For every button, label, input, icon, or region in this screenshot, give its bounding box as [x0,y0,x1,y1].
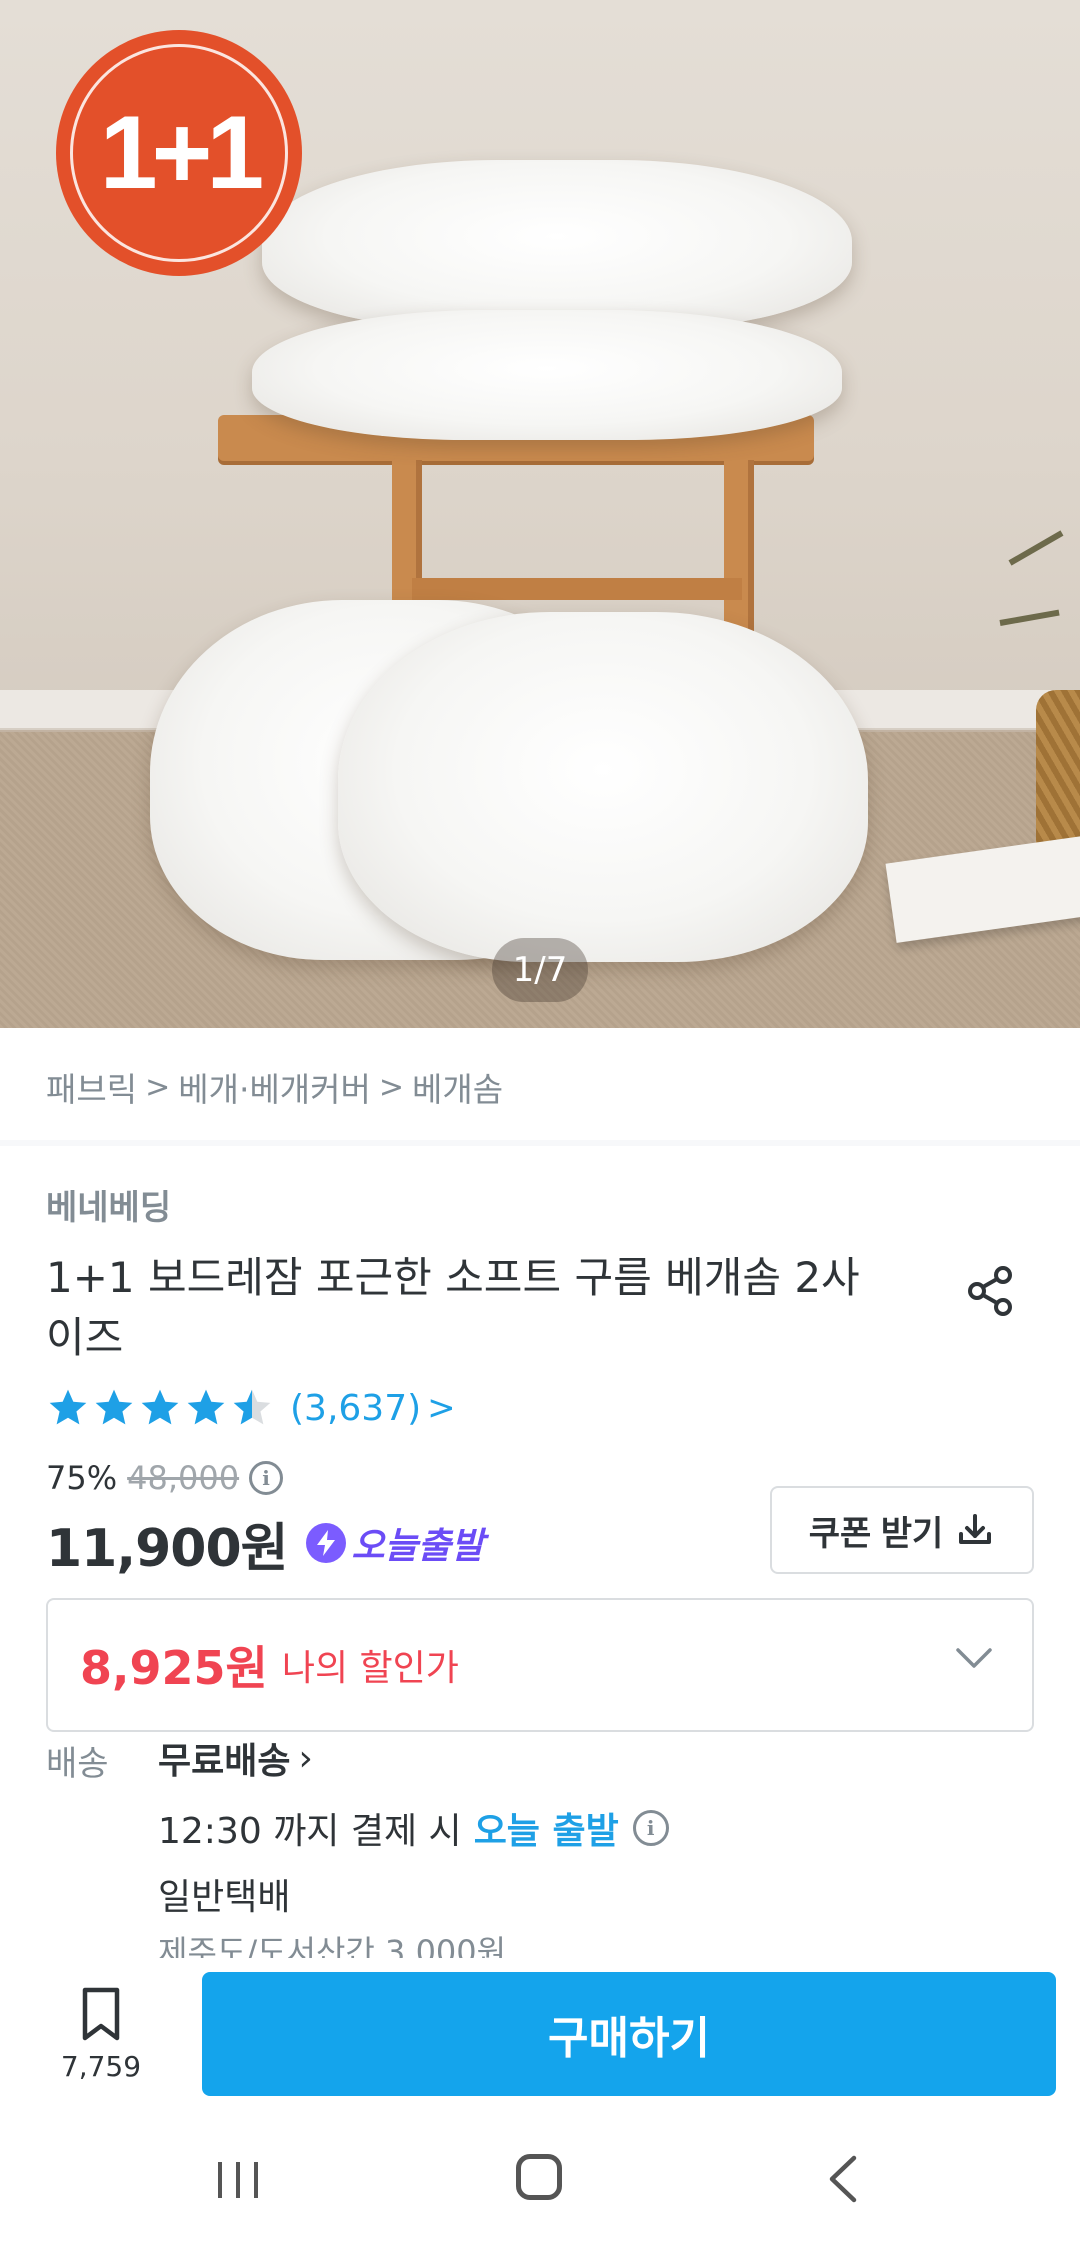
download-icon [959,1514,992,1544]
star-icon [49,1389,87,1425]
rating-summary[interactable]: (3,637) > [46,1380,456,1436]
shipping-method: 일반택배 [158,1877,291,1918]
share-button[interactable] [956,1256,1026,1326]
breadcrumb-item[interactable]: 패브릭 [46,1063,137,1111]
shipping-fee-link[interactable]: 무료배송 › [158,1732,313,1784]
original-price: 48,000 [127,1459,240,1497]
review-count: (3,637) [290,1387,422,1429]
buy-button[interactable]: 구매하기 [202,1972,1056,2096]
product-image-carousel[interactable]: 1+1 1/7 [0,0,1080,1028]
coupon-download-button[interactable]: 쿠폰 받기 [770,1486,1034,1574]
shipping-extra-fee: 제주도/도서산간 3,000원 [158,1933,507,1958]
home-icon[interactable] [516,2154,562,2200]
stool-rail [412,578,742,600]
plant-branch [999,609,1060,626]
system-navigation-bar [0,2108,1080,2248]
breadcrumb-separator: > [145,1069,171,1105]
star-rating [46,1386,276,1430]
price-row: 11,900원 오늘출발 [46,1508,484,1579]
image-page-indicator: 1/7 [492,938,588,1002]
star-icon [95,1389,133,1425]
pillow-stacked-top [262,160,852,330]
share-icon [968,1266,1012,1316]
breadcrumb-item[interactable]: 베개·베개커버 [178,1063,371,1111]
chevron-right-icon: > [427,1388,456,1428]
recent-apps-icon[interactable] [214,2158,262,2202]
pillow-front [338,612,868,962]
star-icon [141,1389,179,1425]
my-discount-label: 나의 할인가 [281,1648,459,1689]
plant-branch [1008,530,1064,566]
half-star-icon [233,1389,271,1425]
breadcrumb-separator: > [378,1069,405,1105]
one-plus-one-badge: 1+1 [56,30,302,276]
brand-name[interactable]: 베네베딩 [46,1180,171,1229]
discount-rate: 75% [46,1459,118,1497]
chevron-down-icon [956,1648,992,1668]
star-icon [187,1389,225,1425]
back-icon[interactable] [826,2154,860,2204]
info-icon[interactable]: i [249,1461,284,1495]
sale-price: 11,900원 [46,1518,289,1579]
my-discount-price-box[interactable]: 8,925원 나의 할인가 [46,1598,1034,1732]
bookmark-count: 7,759 [60,2050,142,2083]
shipping-deadline: 12:30 까지 결제 시 오늘 출발 i [158,1802,669,1854]
bookmark-button[interactable]: 7,759 [46,1984,156,2094]
my-discount-amount: 8,925원 [80,1641,268,1695]
shipping-label: 배송 [46,1744,109,1784]
product-title: 1+1 보드레잠 포근한 소프트 구름 베개솜 2사이즈 [46,1253,860,1362]
breadcrumb: 패브릭 > 베개·베개커버 > 베개솜 [46,1062,503,1112]
lightning-icon [305,1523,346,1563]
section-divider [0,1140,1080,1146]
pillow-stacked-bottom [252,310,842,440]
chevron-right-icon: › [298,1737,313,1779]
discount-row: 75% 48,000 i [46,1456,284,1500]
breadcrumb-item[interactable]: 베개솜 [412,1063,503,1111]
bookmark-icon [82,1987,120,2041]
today-shipping-badge: 오늘출발 [305,1517,484,1569]
info-icon[interactable]: i [632,1810,669,1846]
